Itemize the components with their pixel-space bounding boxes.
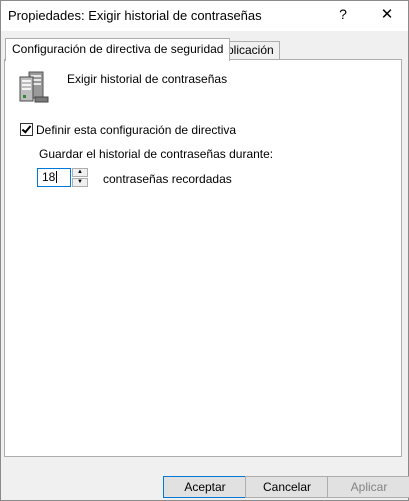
text-caret bbox=[56, 171, 58, 183]
tab-panel: Exigir historial de contraseñas Definir … bbox=[4, 59, 402, 457]
history-duration-label: Guardar el historial de contraseñas dura… bbox=[39, 147, 274, 161]
window-title: Propiedades: Exigir historial de contras… bbox=[8, 8, 262, 23]
title-bar[interactable]: Propiedades: Exigir historial de contras… bbox=[1, 1, 408, 31]
apply-button[interactable]: Aplicar bbox=[327, 476, 409, 498]
history-count-input[interactable]: 18 bbox=[37, 168, 71, 187]
define-setting-label[interactable]: Definir esta configuración de directiva bbox=[36, 123, 236, 137]
cancel-button[interactable]: Cancelar bbox=[245, 476, 329, 498]
server-policy-icon bbox=[19, 71, 49, 103]
help-button[interactable]: ? bbox=[336, 6, 350, 22]
ok-button[interactable]: Aceptar bbox=[163, 476, 247, 498]
history-count-suffix: contraseñas recordadas bbox=[103, 172, 232, 186]
tab-security-policy-setting[interactable]: Configuración de directiva de seguridad bbox=[5, 38, 231, 61]
close-button[interactable]: ✕ bbox=[378, 5, 396, 23]
define-setting-checkbox[interactable] bbox=[20, 123, 33, 136]
spin-down-button[interactable]: ▼ bbox=[72, 178, 88, 187]
history-count-value: 18 bbox=[42, 170, 56, 184]
policy-name: Exigir historial de contraseñas bbox=[67, 72, 228, 86]
properties-dialog: Propiedades: Exigir historial de contras… bbox=[0, 0, 409, 501]
spin-up-button[interactable]: ▲ bbox=[72, 168, 88, 177]
